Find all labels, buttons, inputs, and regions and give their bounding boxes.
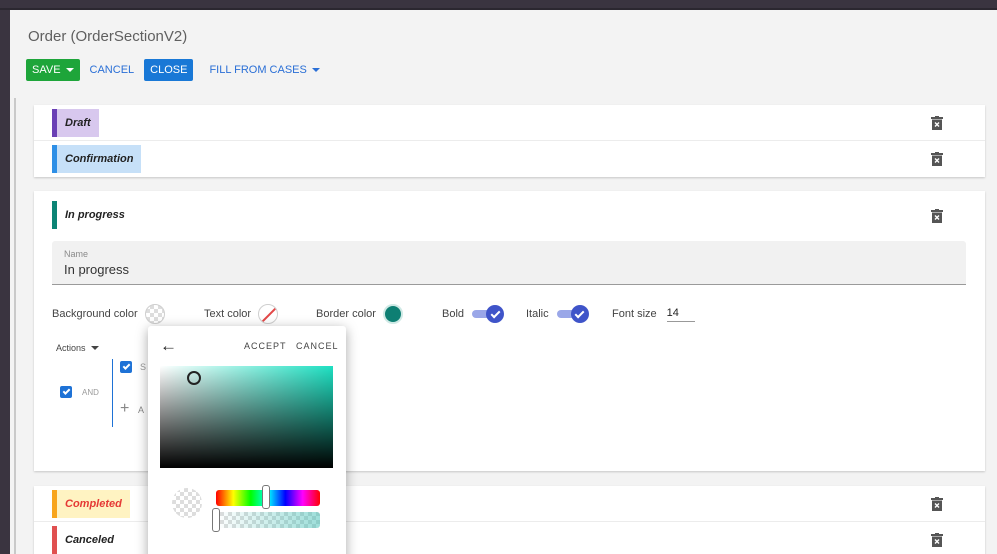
check-icon	[62, 387, 70, 395]
name-field-label: Name	[64, 249, 89, 259]
stage-row-confirmation[interactable]: Confirmation	[34, 141, 985, 177]
check-icon	[574, 308, 585, 318]
toggle-knob	[570, 305, 589, 323]
trash-icon[interactable]	[931, 152, 943, 166]
bold-control[interactable]: Bold	[442, 302, 505, 326]
alpha-slider-thumb[interactable]	[212, 508, 220, 532]
rule-text: S	[140, 362, 147, 372]
hue-slider-thumb[interactable]	[262, 485, 270, 509]
picker-accept-button[interactable]: ACCEPT	[244, 341, 287, 351]
alpha-slider[interactable]	[216, 512, 320, 528]
italic-label: Italic	[526, 308, 549, 320]
check-icon	[490, 308, 500, 318]
background-color-control[interactable]: Background color	[52, 302, 165, 326]
and-checkbox[interactable]	[60, 386, 72, 398]
stages-card-top: Draft Confirmation	[34, 105, 985, 177]
chevron-down-icon	[65, 68, 74, 72]
font-size-input[interactable]: 14	[666, 306, 695, 322]
trash-icon[interactable]	[931, 209, 943, 223]
and-label: AND	[82, 388, 99, 397]
stage-label-in-progress: In progress	[57, 201, 133, 229]
chevron-down-icon	[311, 68, 320, 72]
color-cursor[interactable]	[187, 371, 201, 385]
arrow-back-icon[interactable]: ←	[160, 337, 177, 354]
add-rule-text[interactable]: A	[138, 405, 144, 415]
bold-label: Bold	[442, 308, 465, 320]
italic-toggle[interactable]	[556, 305, 589, 323]
toggle-knob	[486, 305, 505, 323]
plus-icon[interactable]: +	[120, 401, 129, 417]
fill-from-cases-label: FILL FROM CASES	[209, 64, 307, 76]
name-field[interactable]: Name In progress	[52, 241, 966, 285]
style-properties: Background color Text color Border color…	[52, 302, 952, 326]
condition-group-line	[112, 359, 113, 427]
page-title: Order (OrderSectionV2)	[28, 28, 188, 45]
background-color-swatch[interactable]	[144, 304, 165, 324]
italic-control[interactable]: Italic	[526, 302, 589, 326]
text-color-label: Text color	[204, 308, 252, 320]
toolbar: SAVE CANCEL CLOSE FILL FROM CASES	[26, 59, 326, 81]
bold-toggle[interactable]	[472, 305, 505, 323]
save-button[interactable]: SAVE	[26, 59, 80, 81]
app-window: Order (OrderSectionV2) SAVE CANCEL CLOSE…	[10, 10, 997, 554]
save-button-label: SAVE	[32, 64, 61, 76]
stage-row-draft[interactable]: Draft	[34, 105, 985, 141]
color-picker-popup: ← ACCEPT CANCEL	[148, 326, 346, 554]
picker-cancel-button[interactable]: CANCEL	[296, 341, 339, 351]
check-icon	[122, 362, 130, 370]
border-color-label: Border color	[316, 308, 376, 320]
chevron-down-icon	[90, 346, 99, 350]
left-divider	[14, 98, 16, 554]
actions-dropdown[interactable]: Actions	[56, 343, 99, 353]
stage-label-canceled: Canceled	[57, 526, 122, 554]
name-field-value[interactable]: In progress	[64, 262, 129, 277]
trash-icon[interactable]	[931, 497, 943, 511]
text-color-control[interactable]: Text color	[204, 302, 279, 326]
text-color-swatch[interactable]	[258, 304, 279, 324]
stage-label-confirmation: Confirmation	[57, 145, 142, 173]
border-color-control[interactable]: Border color	[316, 302, 403, 326]
color-preview	[172, 488, 202, 518]
saturation-value-area[interactable]	[160, 366, 333, 468]
trash-icon[interactable]	[931, 116, 943, 130]
font-size-label: Font size	[612, 308, 657, 320]
background-color-label: Background color	[52, 308, 138, 320]
cancel-button[interactable]: CANCEL	[84, 59, 141, 81]
stage-label-completed: Completed	[57, 490, 130, 518]
border-color-swatch[interactable]	[382, 304, 403, 324]
stage-row-in-progress[interactable]: In progress	[34, 191, 985, 239]
close-button[interactable]: CLOSE	[144, 59, 194, 81]
stage-label-draft: Draft	[57, 109, 99, 137]
actions-label: Actions	[56, 343, 86, 353]
rule-checkbox[interactable]	[120, 361, 132, 373]
trash-icon[interactable]	[931, 533, 943, 547]
font-size-control[interactable]: Font size 14	[612, 302, 695, 326]
fill-from-cases-button[interactable]: FILL FROM CASES	[203, 59, 325, 81]
